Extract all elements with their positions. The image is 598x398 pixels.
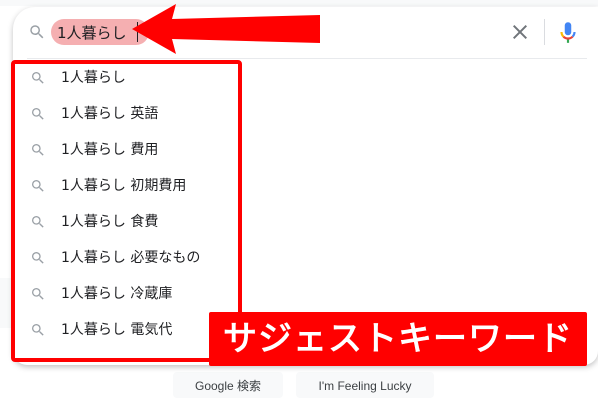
suggestion-separator (27, 58, 587, 59)
microphone-icon[interactable] (555, 19, 581, 45)
close-icon[interactable] (508, 20, 532, 44)
suggestion-highlight-box (11, 60, 242, 362)
search-bar-divider (544, 19, 545, 45)
button-row: Google 検索 I'm Feeling Lucky (0, 368, 598, 398)
search-icon (30, 25, 44, 39)
left-arrow-icon (132, 4, 320, 54)
annotation-label: サジェストキーワード (209, 312, 587, 366)
google-search-button[interactable]: Google 検索 (173, 372, 283, 398)
annotation-label-text: サジェストキーワード (223, 319, 573, 359)
page: Google 検索 I'm Feeling Lucky 1人暮らし 1人暮らし … (0, 0, 598, 398)
feeling-lucky-button[interactable]: I'm Feeling Lucky (296, 372, 434, 398)
